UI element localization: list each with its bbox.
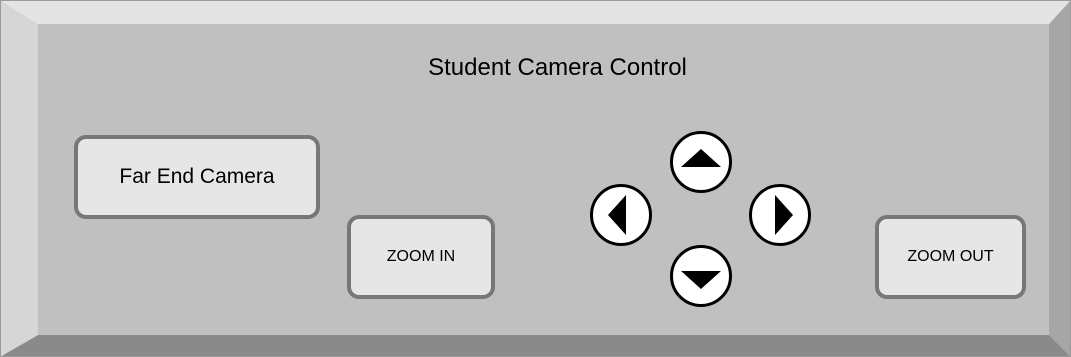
far-end-camera-button[interactable]: Far End Camera [74,135,320,219]
bevel-bottom [0,335,1071,357]
bevel-top [0,0,1071,24]
pan-left-button[interactable] [589,183,653,247]
zoom-out-label: ZOOM OUT [907,248,994,265]
panel-title: Student Camera Control [428,54,687,81]
pan-right-button[interactable] [748,183,812,247]
tilt-down-button[interactable] [669,244,733,308]
triangle-left-icon [590,184,652,246]
triangle-up-icon [670,131,732,193]
zoom-in-label: ZOOM IN [386,248,456,265]
triangle-right-icon [749,184,811,246]
far-end-camera-label: Far End Camera [119,165,275,188]
zoom-out-button[interactable]: ZOOM OUT [875,215,1026,299]
triangle-down-icon [670,245,732,307]
camera-control-panel: Student Camera Control Far End Camera ZO… [0,0,1071,357]
tilt-up-button[interactable] [669,130,733,194]
zoom-in-button[interactable]: ZOOM IN [347,215,495,299]
